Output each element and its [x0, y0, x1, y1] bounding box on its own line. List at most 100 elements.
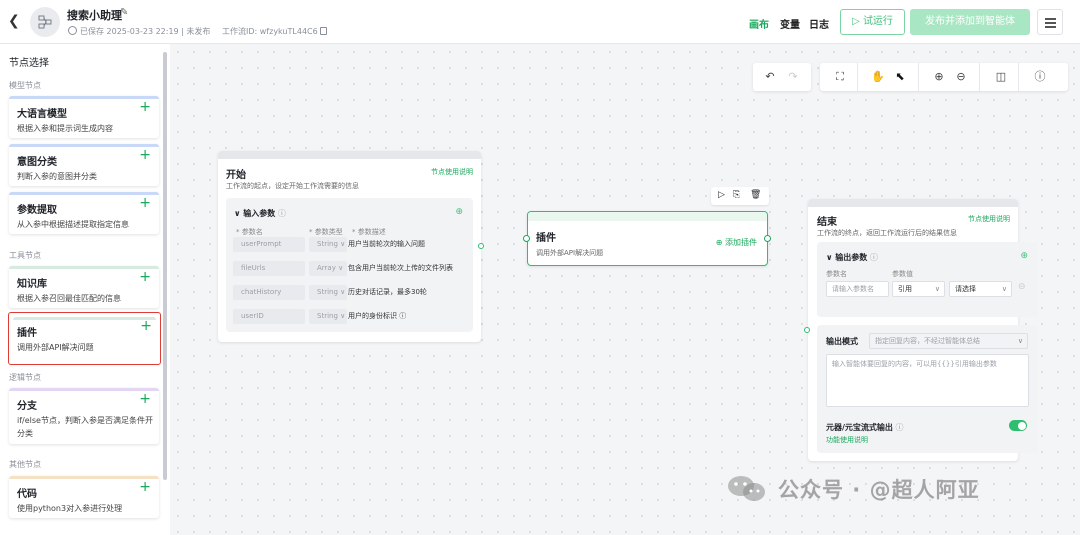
add-icon[interactable]: +: [139, 195, 151, 211]
node-card-branch[interactable]: 分支 if/else节点，判断入参是否满足条件开分类 +: [9, 388, 159, 444]
output-mode-placeholder: 指定回复内容，不经过智能体总结: [875, 337, 980, 345]
layout-icon[interactable]: ◫: [992, 63, 1010, 91]
add-output-icon[interactable]: ⊕: [1020, 251, 1028, 261]
chevron-down-icon: ∨: [826, 253, 836, 262]
add-icon[interactable]: +: [139, 269, 151, 285]
zoom-in-icon[interactable]: ⊕: [930, 63, 948, 91]
watermark-text: 公众号 · @超人阿亚: [778, 478, 980, 502]
copy-node-icon[interactable]: ⎘: [733, 190, 740, 200]
sidebar-scrollbar[interactable]: [163, 52, 167, 480]
remove-icon[interactable]: ⊖: [1018, 282, 1026, 292]
node-card-param-extract[interactable]: 参数提取 从入参中根据描述提取指定信息 +: [9, 192, 159, 234]
redo-icon[interactable]: ↷: [784, 63, 802, 91]
history-toolbar: ↶ ↷: [753, 63, 811, 91]
stream-output-label: 元器/元宝流式输出 ⓘ: [826, 422, 903, 433]
plugin-input-port[interactable]: [523, 235, 530, 242]
param-type-select[interactable]: Array ∨: [309, 261, 347, 276]
canvas-toolbar: ⛶ ✋ ⬉ ⊕ ⊖ ◫ ⓘ: [820, 63, 1068, 91]
publish-button[interactable]: 发布并添加到智能体: [910, 9, 1030, 35]
add-circle-icon: ⊕: [715, 238, 725, 247]
add-icon[interactable]: +: [139, 147, 151, 163]
menu-button[interactable]: [1037, 9, 1063, 35]
param-type-select[interactable]: String ∨: [309, 309, 347, 324]
start-node-output-port[interactable]: [478, 243, 484, 249]
save-status-text: 已保存 2025-03-23 22:19 | 未发布: [80, 27, 211, 36]
plugin-node[interactable]: 插件 调用外部API解决问题 ⊕ 添加插件: [527, 211, 768, 266]
pointer-icon[interactable]: ⬉: [891, 63, 909, 91]
start-node-help-link[interactable]: 节点使用说明: [431, 167, 473, 177]
node-card-knowledge[interactable]: 知识库 根据入参召回最佳匹配的信息 +: [9, 266, 159, 308]
output-params-header[interactable]: ∨ 输出参数 ⓘ: [826, 252, 878, 263]
start-node-desc: 工作流的起点，设定开始工作流需要的信息: [226, 182, 359, 190]
ref-type-select[interactable]: 引用 ∨: [892, 281, 945, 297]
output-mode-label: 输出模式: [826, 337, 858, 346]
stream-output-text: 元器/元宝流式输出: [826, 423, 893, 432]
test-run-button[interactable]: ▷ 试运行: [840, 9, 905, 35]
param-type-value: String: [317, 240, 338, 248]
tab-canvas[interactable]: 画布: [749, 16, 769, 31]
param-type-select[interactable]: String ∨: [309, 285, 347, 300]
output-params-label: 输出参数: [835, 253, 868, 262]
end-node-input-port[interactable]: [804, 327, 810, 333]
add-param-icon[interactable]: ⊕: [455, 207, 463, 217]
node-card-code[interactable]: 代码 使用python3对入参进行处理 +: [9, 476, 159, 518]
param-row: userID String ∨ 用户的身份标识 ⓘ: [226, 309, 473, 324]
col-param-name: * 参数名: [236, 228, 263, 236]
card-name: 大语言模型: [17, 109, 67, 120]
stream-help-link[interactable]: 功能使用说明: [826, 435, 868, 445]
back-arrow-icon[interactable]: ❮: [8, 13, 20, 29]
run-node-icon[interactable]: ▷: [718, 190, 725, 200]
section-logic: 逻辑节点: [9, 373, 41, 382]
zoom-out-icon[interactable]: ⊖: [952, 63, 970, 91]
section-other: 其他节点: [9, 460, 41, 469]
play-icon: ▷: [852, 16, 863, 27]
add-plugin-button[interactable]: ⊕ 添加插件: [716, 237, 757, 248]
add-icon[interactable]: +: [139, 391, 151, 407]
card-name: 意图分类: [17, 157, 57, 168]
end-node-title: 结束: [817, 217, 837, 228]
add-icon[interactable]: +: [140, 318, 152, 334]
help-icon[interactable]: ⓘ: [1031, 63, 1049, 91]
plugin-output-port[interactable]: [764, 235, 771, 242]
hand-icon[interactable]: ✋: [869, 63, 887, 91]
col-param-type: * 参数类型: [309, 228, 343, 236]
plugin-node-desc: 调用外部API解决问题: [536, 249, 604, 257]
info-icon: ⓘ: [399, 312, 407, 320]
param-name-field[interactable]: chatHistory: [233, 285, 305, 300]
top-header: ❮ 搜索小助理 ✎ 已保存 2025-03-23 22:19 | 未发布 工作流…: [0, 0, 1080, 44]
ref-type-value: 引用: [898, 285, 912, 293]
input-params-header[interactable]: ∨ 输入参数 ⓘ: [234, 208, 286, 219]
section-model: 模型节点: [9, 81, 41, 90]
ref-value-select[interactable]: 请选择 ∨: [949, 281, 1012, 297]
toolbar-divider: [918, 63, 919, 91]
copy-icon[interactable]: [319, 27, 327, 35]
check-circle-icon: [68, 26, 77, 35]
plugin-node-toolbar: ▷ ⎘ 🗑: [711, 187, 769, 205]
output-name-input[interactable]: 请输入参数名: [826, 281, 889, 297]
reply-content-textarea[interactable]: 输入智能体要回复的内容，可以用{{}}引用输出参数: [826, 354, 1029, 407]
end-node-help-link[interactable]: 节点使用说明: [968, 214, 1010, 224]
output-mode-select[interactable]: 指定回复内容，不经过智能体总结 ∨: [869, 333, 1028, 349]
section-tool: 工具节点: [9, 251, 41, 260]
menu-icon-line: [1045, 22, 1056, 24]
tab-variables[interactable]: 变量: [780, 16, 800, 31]
node-card-intent[interactable]: 意图分类 判断入参的意图并分类 +: [9, 144, 159, 186]
param-name-field[interactable]: fileUrls: [233, 261, 305, 276]
param-name-field[interactable]: userPrompt: [233, 237, 305, 252]
delete-node-icon[interactable]: 🗑: [750, 190, 761, 200]
stream-output-toggle[interactable]: [1009, 420, 1027, 431]
node-card-plugin[interactable]: 插件 调用外部API解决问题 +: [8, 312, 161, 365]
start-node[interactable]: 开始 工作流的起点，设定开始工作流需要的信息 节点使用说明 ∨ 输入参数 ⓘ ⊕…: [218, 151, 481, 342]
param-row: userPrompt String ∨ 用户当前轮次的输入问题: [226, 237, 473, 252]
card-desc: if/else节点，判断入参是否满足条件开分类: [17, 416, 153, 438]
add-icon[interactable]: +: [139, 479, 151, 495]
fit-view-icon[interactable]: ⛶: [831, 63, 849, 91]
param-type-select[interactable]: String ∨: [309, 237, 347, 252]
param-name-field[interactable]: userID: [233, 309, 305, 324]
node-card-llm[interactable]: 大语言模型 根据入参和提示词生成内容 +: [9, 96, 159, 138]
edit-pencil-icon[interactable]: ✎: [120, 7, 128, 18]
undo-icon[interactable]: ↶: [761, 63, 779, 91]
add-icon[interactable]: +: [139, 99, 151, 115]
tab-logs[interactable]: 日志: [809, 16, 829, 31]
card-accent-bar: [9, 144, 159, 147]
